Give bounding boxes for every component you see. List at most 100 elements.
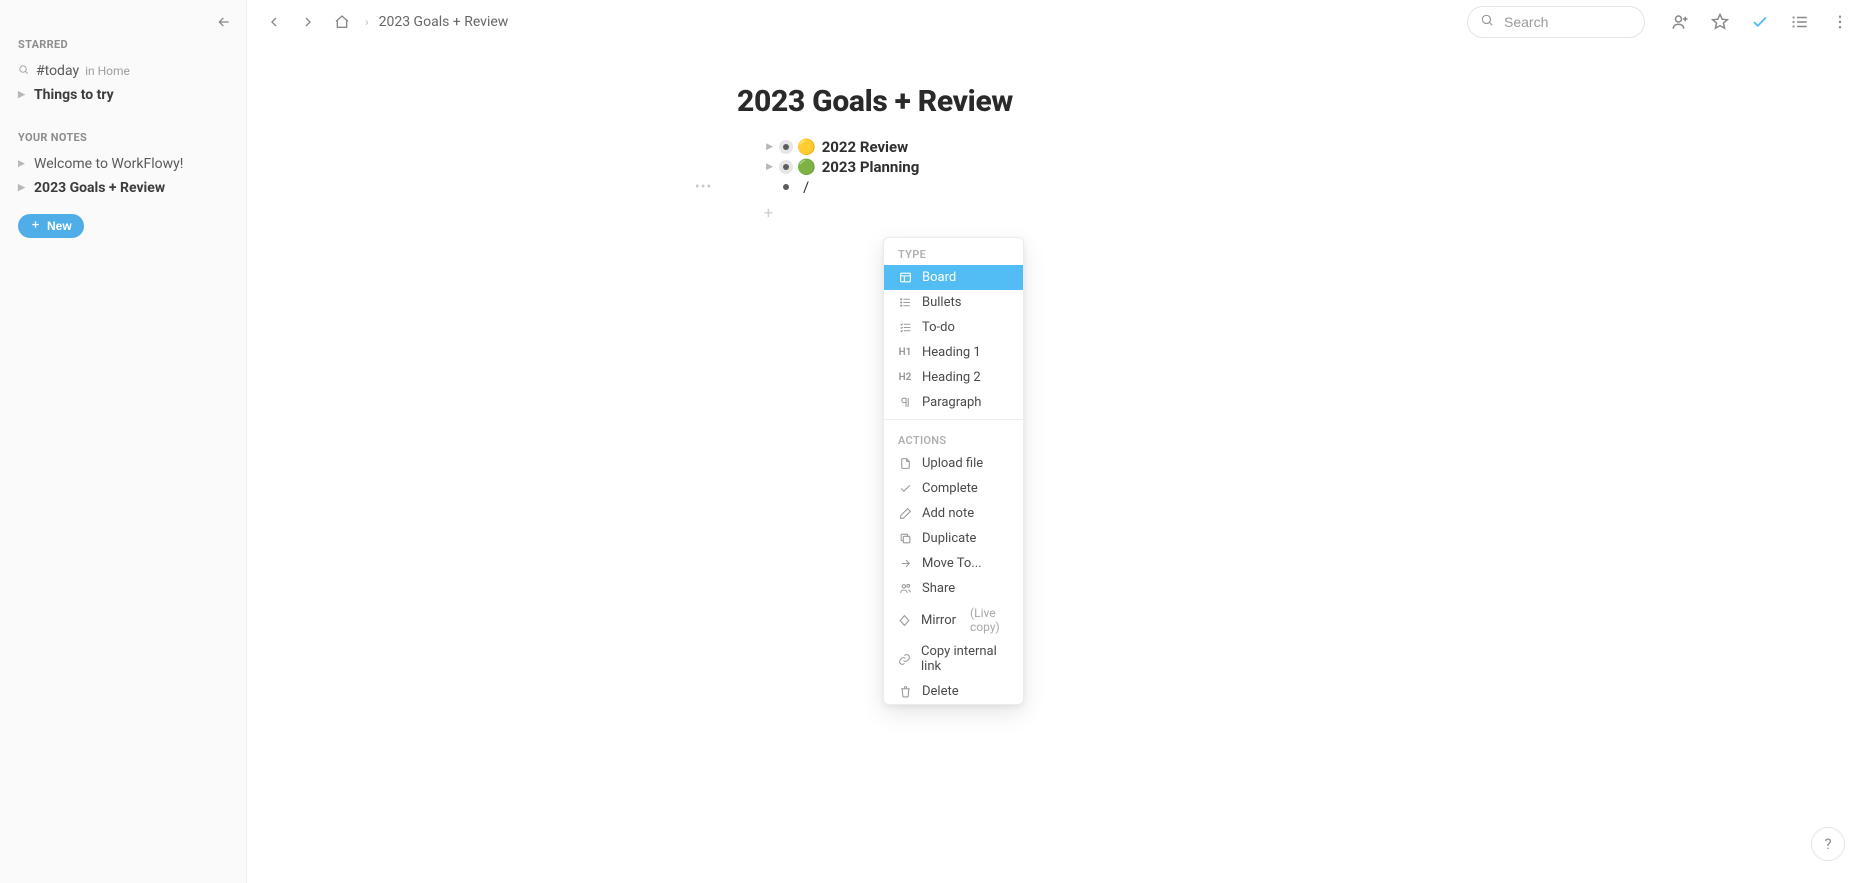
menu-option-move-to[interactable]: Move To... <box>884 551 1023 576</box>
menu-option-paragraph[interactable]: Paragraph <box>884 390 1023 415</box>
user-plus-icon <box>1671 13 1689 31</box>
list-item-label: 2022 Review <box>822 138 908 156</box>
collapse-sidebar-button[interactable] <box>216 14 232 34</box>
menu-option-todo[interactable]: To-do <box>884 315 1023 340</box>
menu-option-heading1[interactable]: H1 Heading 1 <box>884 340 1023 365</box>
help-button[interactable]: ? <box>1811 827 1845 861</box>
paragraph-icon <box>898 396 912 409</box>
question-mark-icon: ? <box>1824 835 1831 853</box>
menu-option-label: Copy internal link <box>921 644 1009 674</box>
menu-option-upload-file[interactable]: Upload file <box>884 451 1023 476</box>
sidebar-item-goals-review[interactable]: ▶ 2023 Goals + Review <box>18 176 232 200</box>
search-icon <box>18 63 30 79</box>
sidebar-item-welcome[interactable]: ▶ Welcome to WorkFlowy! <box>18 152 232 176</box>
menu-option-label: Paragraph <box>922 395 981 410</box>
chevron-left-icon <box>266 14 282 30</box>
favorite-button[interactable] <box>1707 9 1733 35</box>
complete-toggle-button[interactable] <box>1747 9 1773 35</box>
menu-option-label: Complete <box>922 481 978 496</box>
caret-right-icon: ▶ <box>18 90 28 100</box>
list-item-editing[interactable]: ••• / <box>737 177 1377 197</box>
board-icon <box>898 271 912 284</box>
caret-right-icon: ▶ <box>18 183 28 193</box>
arrow-left-icon <box>216 14 232 30</box>
star-icon <box>1711 13 1729 31</box>
todo-icon <box>898 321 912 334</box>
caret-right-icon[interactable]: ▶ <box>766 142 773 152</box>
document: 2023 Goals + Review ▶ 🟡 2022 Review ▶ 🟢 <box>697 44 1417 282</box>
bullet-icon[interactable] <box>783 164 789 170</box>
list-item[interactable]: ▶ 🟡 2022 Review <box>737 137 1377 157</box>
page-title[interactable]: 2023 Goals + Review <box>737 84 1377 119</box>
search-icon <box>1480 12 1494 31</box>
menu-group-label-actions: ACTIONS <box>884 424 1023 451</box>
bullet-icon[interactable] <box>783 144 789 150</box>
main: › 2023 Goals + Review <box>247 0 1867 883</box>
bullet-icon[interactable] <box>783 184 789 190</box>
plus-icon: + <box>737 203 773 222</box>
sidebar-item-today[interactable]: #today in Home <box>18 59 232 83</box>
menu-option-share[interactable]: Share <box>884 576 1023 601</box>
menu-option-label: Heading 2 <box>922 370 981 385</box>
menu-option-label: To-do <box>922 320 955 335</box>
home-button[interactable] <box>329 9 355 35</box>
h1-icon: H1 <box>898 347 912 358</box>
menu-option-mirror[interactable]: Mirror (Live copy) <box>884 601 1023 639</box>
h2-icon: H2 <box>898 372 912 383</box>
bullets-icon <box>898 296 912 309</box>
content-area: 2023 Goals + Review ▶ 🟡 2022 Review ▶ 🟢 <box>247 44 1867 883</box>
sidebar-item-things-to-try[interactable]: ▶ Things to try <box>18 83 232 107</box>
menu-option-complete[interactable]: Complete <box>884 476 1023 501</box>
menu-option-duplicate[interactable]: Duplicate <box>884 526 1023 551</box>
link-icon <box>898 653 911 666</box>
menu-option-delete[interactable]: Delete <box>884 679 1023 704</box>
sidebar-item-label: 2023 Goals + Review <box>34 180 165 196</box>
list-icon <box>1791 13 1809 31</box>
outline-button[interactable] <box>1787 9 1813 35</box>
search-box[interactable] <box>1467 6 1645 38</box>
today-tag: #today <box>36 63 79 79</box>
menu-option-label: Add note <box>922 506 974 521</box>
new-button-label: New <box>47 219 72 233</box>
pencil-icon <box>898 507 912 520</box>
circle-green-emoji: 🟢 <box>797 158 816 176</box>
slash-command-input[interactable]: / <box>799 178 813 196</box>
caret-right-icon: ▶ <box>18 159 28 169</box>
chevron-right-icon <box>300 14 316 30</box>
chevron-right-icon: › <box>365 15 369 29</box>
more-menu-button[interactable] <box>1827 9 1853 35</box>
plus-icon <box>30 219 41 233</box>
nav-back-button[interactable] <box>261 9 287 35</box>
duplicate-icon <box>898 532 912 545</box>
more-vertical-icon <box>1831 13 1849 31</box>
slash-command-menu: TYPE Board Bullets To-do H1 Heading 1 <box>883 237 1024 705</box>
menu-option-label: Move To... <box>922 556 982 571</box>
menu-option-label: Upload file <box>922 456 983 471</box>
menu-option-hint: (Live copy) <box>970 606 1009 634</box>
topbar: › 2023 Goals + Review <box>247 0 1867 44</box>
new-button[interactable]: New <box>18 214 84 238</box>
menu-option-add-note[interactable]: Add note <box>884 501 1023 526</box>
nav-forward-button[interactable] <box>295 9 321 35</box>
menu-option-bullets[interactable]: Bullets <box>884 290 1023 315</box>
menu-option-board[interactable]: Board <box>884 265 1023 290</box>
caret-right-icon[interactable]: ▶ <box>766 162 773 172</box>
trash-icon <box>898 685 912 698</box>
home-icon <box>334 14 350 30</box>
add-item-line[interactable]: + <box>737 203 1377 222</box>
menu-option-label: Mirror <box>921 613 956 628</box>
breadcrumb[interactable]: 2023 Goals + Review <box>379 14 509 30</box>
menu-option-heading2[interactable]: H2 Heading 2 <box>884 365 1023 390</box>
diamond-icon <box>898 614 911 627</box>
search-input[interactable] <box>1502 13 1632 31</box>
circle-yellow-emoji: 🟡 <box>797 138 816 156</box>
sidebar-item-label: Things to try <box>34 87 114 103</box>
menu-group-label-type: TYPE <box>884 238 1023 265</box>
menu-option-copy-link[interactable]: Copy internal link <box>884 639 1023 679</box>
arrow-right-icon <box>898 557 912 570</box>
item-menu-button[interactable]: ••• <box>695 179 712 195</box>
menu-option-label: Board <box>922 270 956 285</box>
list-item[interactable]: ▶ 🟢 2023 Planning <box>737 157 1377 177</box>
add-user-button[interactable] <box>1667 9 1693 35</box>
file-icon <box>898 457 912 470</box>
